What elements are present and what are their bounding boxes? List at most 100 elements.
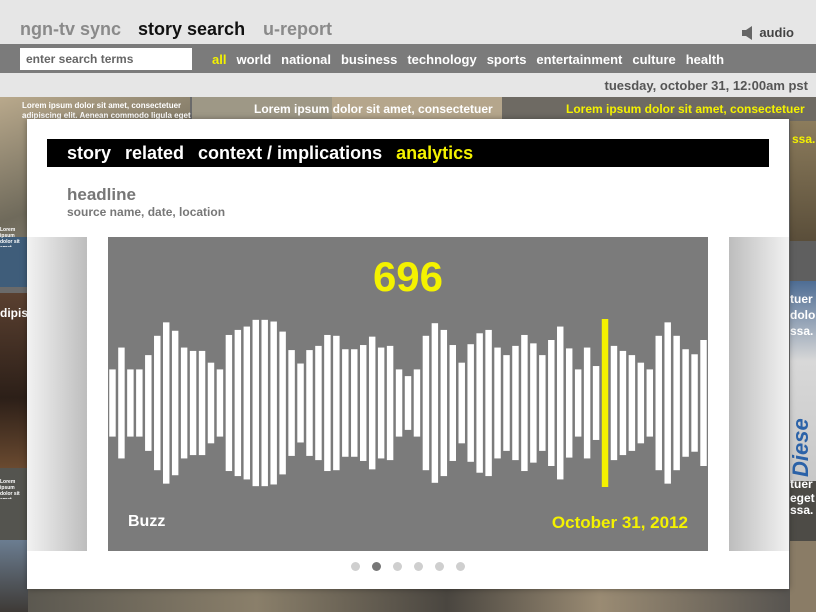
story-headline: headline [67,185,136,204]
tab-story-search[interactable]: story search [138,19,245,40]
buzz-bar [422,335,430,471]
buzz-bar [234,329,242,477]
story-snippet: ssa. [790,324,814,338]
carousel-next-panel[interactable] [729,237,789,551]
category-health[interactable]: health [686,52,724,67]
category-culture[interactable]: culture [632,52,675,67]
story-snippet: dolor [790,308,816,322]
story-snippet: Lorem ipsum dolor sit amet, consectetuer [566,102,805,116]
carousel-prev-panel[interactable] [27,237,87,551]
buzz-bar [333,335,340,471]
story-snippet: Diese [788,418,813,477]
buzz-bar [619,350,627,456]
buzz-bar [637,362,645,444]
buzz-bar [127,369,134,437]
buzz-bar [109,369,116,437]
category-nav: all world national business technology s… [212,52,734,67]
category-business[interactable]: business [341,52,397,67]
buzz-bar [360,345,367,461]
buzz-bar [368,336,376,470]
audio-button[interactable]: audio [741,25,794,40]
buzz-bar [243,326,251,480]
modal-tab-bar: story related context / implications ana… [47,139,769,167]
search-input[interactable] [20,48,192,70]
story-tile[interactable] [790,241,816,281]
pagination-dot[interactable] [456,562,465,571]
category-entertainment[interactable]: entertainment [536,52,622,67]
buzz-bar [377,347,385,459]
chart-date: October 31, 2012 [551,513,688,532]
tab-story[interactable]: story [67,143,111,164]
analytics-carousel: 696 Buzz October 31, 2012 [27,237,789,551]
buzz-bar [592,366,600,440]
tab-analytics[interactable]: analytics [396,143,473,164]
category-technology[interactable]: technology [407,52,476,67]
carousel-pagination [27,562,789,571]
buzz-label: Buzz [128,513,166,530]
buzz-bar [154,335,161,471]
buzz-bar [521,334,528,472]
buzz-bar [145,355,152,451]
story-snippet: tuer [790,292,813,306]
buzz-bar [252,319,259,487]
buzz-bar [351,349,358,457]
tab-related[interactable]: related [125,143,184,164]
pagination-dot[interactable] [393,562,402,571]
buzz-bar [458,362,465,444]
buzz-bar [198,350,206,456]
buzz-bar [342,349,349,457]
buzz-bar [207,362,215,444]
buzz-bar [565,348,573,458]
category-sports[interactable]: sports [487,52,527,67]
buzz-bar [216,369,224,437]
story-snippet: tuer [790,477,813,491]
pagination-dot[interactable] [372,562,381,571]
tab-context-implications[interactable]: context / implications [198,143,382,164]
speaker-icon [742,25,753,40]
buzz-bar [539,355,546,451]
buzz-bar [118,347,125,459]
buzz-bar [476,333,483,473]
audio-label: audio [759,25,794,40]
buzz-bar [673,335,680,471]
buzz-bar [449,345,456,461]
story-snippet: Lorem ipsum dolor sit amet, consectetuer [254,102,493,116]
tab-u-report[interactable]: u-report [263,19,332,40]
story-detail-modal: story related context / implications ana… [27,119,789,589]
buzz-bar [646,369,654,437]
buzz-bar [171,330,179,476]
story-snippet: ssa. [792,132,816,146]
story-tile[interactable] [28,589,790,612]
category-world[interactable]: world [236,52,271,67]
pagination-dot[interactable] [435,562,444,571]
buzz-bar [664,322,671,484]
buzz-bar [162,322,170,484]
category-all[interactable]: all [212,52,226,67]
buzz-bar [180,347,188,459]
buzz-bar [583,347,591,459]
buzz-bar [682,349,689,457]
buzz-bar [136,369,143,437]
buzz-chart-card: 696 Buzz October 31, 2012 [108,237,708,551]
tab-ngn-tv-sync[interactable]: ngn-tv sync [20,19,121,40]
buzz-bar [530,343,537,463]
pagination-dot[interactable] [414,562,423,571]
story-snippet: Lorem ipsum dolor sit amet, consectetuer… [22,101,191,120]
buzz-bar [288,350,295,456]
buzz-bar [628,355,636,451]
category-national[interactable]: national [281,52,331,67]
story-tile[interactable] [0,540,28,612]
buzz-bar [404,376,412,430]
buzz-bar [512,345,519,461]
buzz-bar [610,345,618,461]
buzz-bar [386,345,394,461]
pagination-dot[interactable] [351,562,360,571]
nav-bar: all world national business technology s… [0,44,816,73]
buzz-bar [306,350,313,456]
buzz-count: 696 [372,253,444,300]
buzz-bar [700,340,707,466]
current-datetime: tuesday, october 31, 12:00am pst [604,78,808,93]
story-tile[interactable] [790,541,816,612]
buzz-bar [261,319,268,487]
buzz-bar [315,345,322,461]
